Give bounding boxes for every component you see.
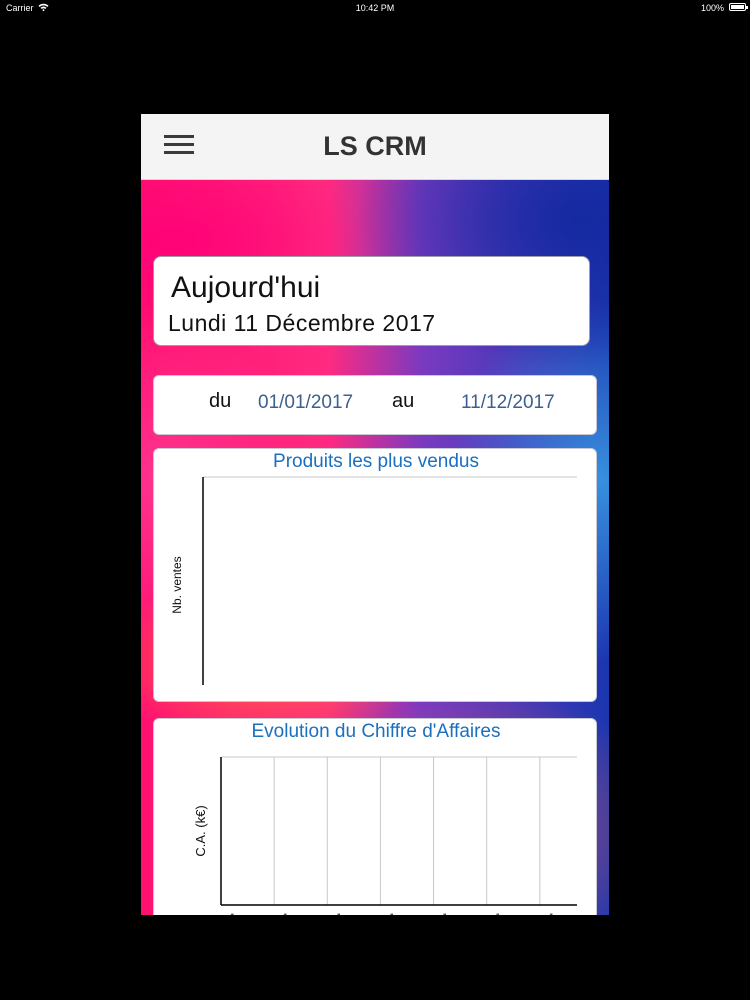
x-tick-label: '09/17 xyxy=(488,913,502,915)
status-bar: Carrier 10:42 PM 100% xyxy=(0,0,750,16)
y-axis-label: C.A. (k€) xyxy=(193,805,208,856)
nav-bar: LS CRM xyxy=(141,114,609,180)
to-date-field[interactable]: 11/12/2017 xyxy=(461,392,555,414)
x-tick-label: '05/17 xyxy=(381,913,395,915)
revenue-chart-card: Evolution du Chiffre d'Affaires C.A. (k€… xyxy=(153,718,597,915)
top-products-chart-card: Produits les plus vendus Nb. ventes xyxy=(153,448,597,702)
battery-icon xyxy=(729,3,748,11)
battery-percent: 100% xyxy=(700,3,724,13)
x-tick-label: '04/17 xyxy=(328,913,342,915)
x-tick-label: '02/17 xyxy=(275,913,289,915)
x-tick-label: '01/17 xyxy=(222,913,236,915)
chart-title: Produits les plus vendus xyxy=(273,451,479,472)
from-date-field[interactable]: 01/01/2017 xyxy=(258,392,353,414)
date-range-card: du 01/01/2017 au 11/12/2017 xyxy=(153,375,597,435)
to-label: au xyxy=(392,390,415,412)
revenue-chart: Evolution du Chiffre d'Affaires C.A. (k€… xyxy=(193,721,577,915)
today-date: Lundi 11 Décembre 2017 xyxy=(168,310,436,336)
x-tick-label: '10/17 xyxy=(541,913,555,915)
content-background: Aujourd'hui Lundi 11 Décembre 2017 du 01… xyxy=(141,180,609,915)
app-window: LS CRM Aujourd'hui Lundi 11 Décembre 201… xyxy=(141,114,609,915)
top-products-chart: Produits les plus vendus Nb. ventes xyxy=(170,451,577,685)
today-title: Aujourd'hui xyxy=(171,271,321,304)
from-label: du xyxy=(209,390,232,412)
status-time: 10:42 PM xyxy=(355,3,395,13)
y-axis-label: Nb. ventes xyxy=(170,556,184,613)
app-title: LS CRM xyxy=(323,131,427,161)
x-tick-label: '07/17 xyxy=(435,913,449,915)
chart-title: Evolution du Chiffre d'Affaires xyxy=(251,721,500,742)
today-card: Aujourd'hui Lundi 11 Décembre 2017 xyxy=(153,256,590,346)
